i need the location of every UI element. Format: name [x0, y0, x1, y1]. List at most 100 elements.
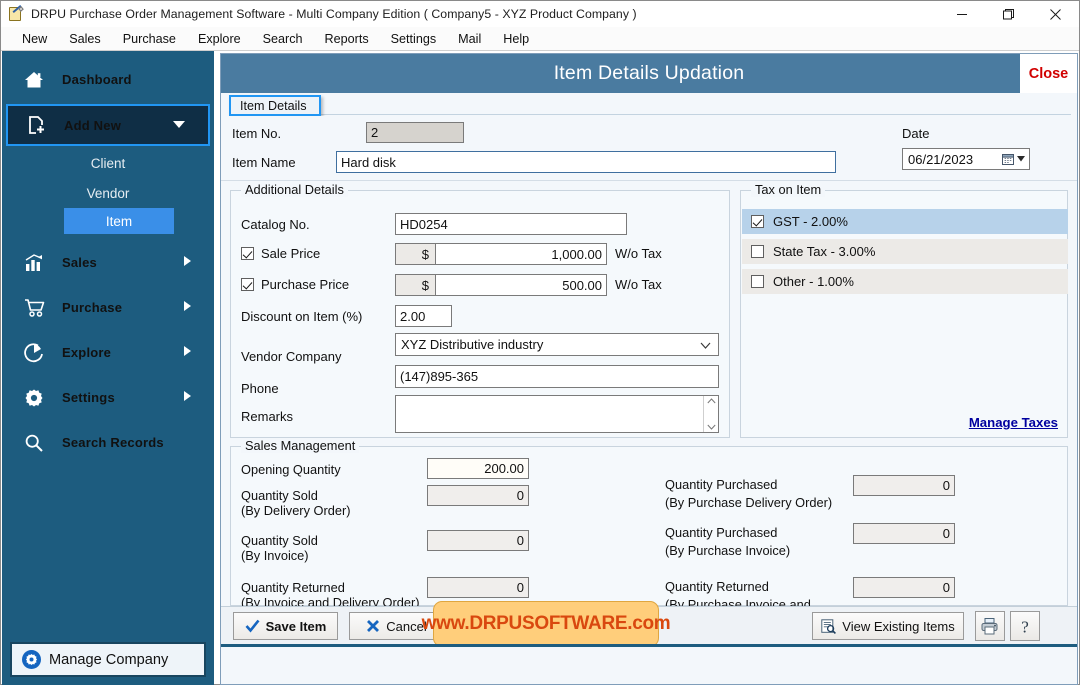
- printer-icon: [981, 617, 998, 634]
- menu-item-mail[interactable]: Mail: [447, 30, 492, 48]
- sale-price-checkbox-row[interactable]: Sale Price: [241, 246, 320, 261]
- application-window: DRPU Purchase Order Management Software …: [0, 0, 1080, 685]
- manage-company-label: Manage Company: [49, 651, 169, 668]
- item-name-label: Item Name: [232, 155, 296, 170]
- tax-row-gst[interactable]: GST - 2.00%: [742, 209, 1068, 234]
- other-tax-checkbox[interactable]: [751, 275, 764, 288]
- sidebar-item-vendor[interactable]: Vendor: [2, 178, 214, 208]
- date-label: Date: [902, 126, 930, 141]
- sidebar: Dashboard Add New Client Vendor Item Sal…: [2, 51, 214, 685]
- sidebar-item-settings[interactable]: Settings: [2, 375, 214, 420]
- purchase-price-checkbox-row[interactable]: Purchase Price: [241, 277, 349, 292]
- sidebar-item-add-new[interactable]: Add New: [6, 104, 210, 146]
- check-icon: [245, 619, 260, 633]
- additional-details-title: Additional Details: [241, 182, 348, 197]
- menu-item-settings[interactable]: Settings: [380, 30, 448, 48]
- chevron-down-icon[interactable]: [700, 336, 718, 354]
- print-button[interactable]: [975, 611, 1005, 641]
- tax-row-state-tax[interactable]: State Tax - 3.00%: [742, 239, 1068, 264]
- date-picker[interactable]: 06/21/2023: [902, 148, 1030, 170]
- panel-content: Item No. Item Name Date 06/21/2023 Addit…: [221, 116, 1077, 647]
- opening-quantity-field[interactable]: [427, 458, 529, 479]
- home-icon: [24, 71, 54, 89]
- sidebar-label-client: Client: [90, 155, 126, 171]
- state-tax-checkbox[interactable]: [751, 245, 764, 258]
- chevron-right-icon: [183, 254, 192, 272]
- tab-item-details[interactable]: Item Details: [229, 95, 321, 116]
- sidebar-item-sales[interactable]: Sales: [2, 240, 214, 285]
- sales-management-title: Sales Management: [241, 438, 360, 453]
- date-value: 06/21/2023: [908, 151, 974, 167]
- tab-strip: Item Details: [229, 95, 1071, 116]
- save-item-label: Save Item: [265, 618, 327, 634]
- calendar-icon: [1002, 154, 1014, 165]
- manage-company-button[interactable]: Manage Company: [10, 642, 206, 677]
- quantity-purchased-pinv-sublabel: (By Purchase Invoice): [665, 543, 791, 558]
- list-search-icon: [821, 618, 837, 634]
- purchase-price-checkbox[interactable]: [241, 278, 254, 291]
- view-existing-items-button[interactable]: View Existing Items: [812, 612, 964, 640]
- sale-price-currency: $: [395, 243, 435, 265]
- gear-icon: [24, 388, 54, 408]
- manage-taxes-link[interactable]: Manage Taxes: [969, 415, 1058, 430]
- discount-field[interactable]: [395, 305, 452, 327]
- sidebar-item-explore[interactable]: Explore: [2, 330, 214, 375]
- minimize-icon[interactable]: [939, 1, 985, 27]
- quantity-purchased-pdo-field[interactable]: [853, 475, 955, 496]
- item-name-field[interactable]: [336, 151, 836, 173]
- vendor-company-select[interactable]: XYZ Distributive industry: [395, 333, 719, 356]
- catalog-no-field[interactable]: [395, 213, 627, 235]
- quantity-purchased-pinv-label: Quantity Purchased: [665, 525, 778, 540]
- quantity-returned-purchase-field[interactable]: [853, 577, 955, 598]
- close-button[interactable]: Close: [1020, 54, 1077, 93]
- sidebar-item-purchase[interactable]: Purchase: [2, 285, 214, 330]
- phone-label: Phone: [241, 381, 279, 396]
- help-button[interactable]: ?: [1010, 611, 1040, 641]
- status-strip: [221, 644, 1077, 647]
- calendar-dropdown[interactable]: [1002, 153, 1029, 165]
- menu-bar: New Sales Purchase Explore Search Report…: [1, 27, 1079, 51]
- x-icon: [367, 620, 380, 632]
- menu-item-search[interactable]: Search: [252, 30, 314, 48]
- quantity-purchased-pinv-field[interactable]: [853, 523, 955, 544]
- quantity-sold-inv-field[interactable]: [427, 530, 529, 551]
- save-item-button[interactable]: Save Item: [233, 612, 338, 640]
- menu-item-purchase[interactable]: Purchase: [112, 30, 187, 48]
- quantity-returned-field[interactable]: [427, 577, 529, 598]
- purchase-price-suffix: W/o Tax: [615, 277, 662, 292]
- item-no-field[interactable]: [366, 122, 464, 143]
- catalog-no-label: Catalog No.: [241, 217, 310, 232]
- chart-bar-icon: [24, 253, 54, 272]
- vendor-company-label: Vendor Company: [241, 349, 342, 364]
- sale-price-checkbox[interactable]: [241, 247, 254, 260]
- manage-company-wrapper: Manage Company: [10, 642, 206, 677]
- remarks-field[interactable]: [395, 395, 719, 433]
- purchase-price-field[interactable]: [435, 274, 607, 296]
- sale-price-field[interactable]: [435, 243, 607, 265]
- vendor-company-value: XYZ Distributive industry: [401, 337, 544, 352]
- tax-row-other[interactable]: Other - 1.00%: [742, 269, 1068, 294]
- sale-price-suffix: W/o Tax: [615, 246, 662, 261]
- chevron-right-icon: [183, 344, 192, 362]
- remarks-scrollbar[interactable]: [703, 396, 718, 432]
- sidebar-item-dashboard[interactable]: Dashboard: [2, 57, 214, 102]
- menu-item-reports[interactable]: Reports: [314, 30, 380, 48]
- scroll-up-icon: [706, 398, 716, 404]
- close-icon[interactable]: [1031, 1, 1079, 27]
- menu-item-new[interactable]: New: [11, 30, 58, 48]
- sidebar-label-purchase: Purchase: [62, 300, 123, 315]
- sidebar-item-search-records[interactable]: Search Records: [2, 420, 214, 465]
- menu-item-explore[interactable]: Explore: [187, 30, 252, 48]
- quantity-sold-do-field[interactable]: [427, 485, 529, 506]
- phone-field[interactable]: [395, 365, 719, 388]
- sidebar-item-item[interactable]: Item: [64, 208, 174, 234]
- menu-item-sales[interactable]: Sales: [58, 30, 112, 48]
- menu-item-help[interactable]: Help: [492, 30, 540, 48]
- quantity-returned-label: Quantity Returned: [241, 580, 345, 595]
- drpusoftware-url-badge[interactable]: www.DRPUSOFTWARE.com: [422, 601, 671, 647]
- gst-checkbox[interactable]: [751, 215, 764, 228]
- remarks-text[interactable]: [396, 396, 703, 432]
- maximize-icon[interactable]: [985, 1, 1031, 27]
- page-title: Item Details Updation: [553, 62, 745, 84]
- sidebar-item-client[interactable]: Client: [2, 148, 214, 178]
